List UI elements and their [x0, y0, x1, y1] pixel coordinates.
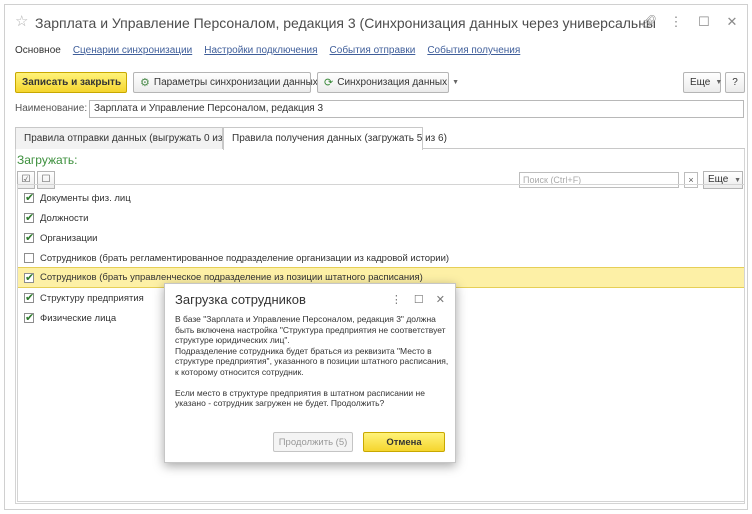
nav-connection-settings[interactable]: Настройки подключения [204, 45, 317, 63]
toolbar: Записать и закрыть ⚙ Параметры синхрониз… [15, 72, 745, 93]
name-input[interactable]: Зарплата и Управление Персоналом, редакц… [89, 100, 744, 118]
cancel-button[interactable]: Отмена [363, 432, 445, 452]
more-vert-icon[interactable]: ⋮ [669, 14, 683, 30]
settings-icon: ⚙ [140, 77, 150, 89]
window-controls: 🔗︎ ⋮ ☐ ✕ [641, 14, 739, 30]
item-checkbox[interactable] [24, 191, 34, 204]
chevron-down-icon: ▼ [452, 79, 459, 86]
sync-data-button[interactable]: ⟳ Синхронизация данных ▼ [317, 72, 459, 93]
nav-send-events[interactable]: События отправки [330, 45, 416, 63]
continue-button[interactable]: Продолжить (5) [273, 432, 353, 452]
list-item[interactable]: Организации [18, 228, 744, 248]
more-vert-icon[interactable]: ⋮ [391, 293, 402, 306]
sync-icon: ⟳ [324, 77, 334, 89]
section-nav: Основное Сценарии синхронизации Настройк… [15, 45, 520, 63]
close-icon[interactable]: ✕ [725, 14, 739, 30]
close-icon[interactable]: ✕ [436, 293, 445, 306]
item-label: Должности [40, 212, 89, 224]
nav-sync-scenarios[interactable]: Сценарии синхронизации [73, 45, 192, 63]
item-label: Сотрудников (брать регламентированное по… [40, 252, 450, 264]
sync-data-label: Синхронизация данных [337, 77, 448, 88]
maximize-icon[interactable]: ☐ [414, 293, 424, 306]
item-label: Организации [40, 232, 98, 244]
load-label: Загружать: [17, 153, 78, 167]
more-label: Еще [690, 77, 711, 88]
sync-params-label: Параметры синхронизации данных [153, 77, 318, 88]
window-title: Зарплата и Управление Персоналом, редакц… [35, 15, 655, 31]
maximize-icon[interactable]: ☐ [697, 14, 711, 30]
link-icon[interactable]: 🔗︎ [641, 14, 658, 30]
dialog-title: Загрузка сотрудников [175, 292, 306, 307]
save-and-close-button[interactable]: Записать и закрыть [15, 72, 127, 93]
item-label: Документы физ. лиц [40, 192, 131, 204]
name-field-row: Наименование: Зарплата и Управление Перс… [15, 100, 745, 118]
nav-receive-events[interactable]: События получения [427, 45, 520, 63]
item-label: Сотрудников (брать управленческое подраз… [40, 272, 423, 283]
item-checkbox[interactable] [24, 271, 34, 284]
tab-receive-rules[interactable]: Правила получения данных (загружать 5 из… [223, 127, 447, 150]
sync-params-button[interactable]: ⚙ Параметры синхронизации данных ▼ [133, 72, 330, 93]
item-checkbox[interactable] [24, 291, 34, 304]
help-button[interactable]: ? [725, 72, 745, 93]
dialog-controls: ⋮ ☐ ✕ [391, 293, 445, 306]
list-item[interactable]: Документы физ. лиц [18, 188, 744, 208]
item-checkbox[interactable] [24, 231, 34, 244]
rules-tabs: Правила отправки данных (выгружать 0 из … [15, 127, 745, 150]
item-checkbox[interactable] [24, 211, 34, 224]
item-checkbox[interactable] [24, 253, 34, 263]
name-label: Наименование: [15, 103, 88, 114]
help-label: ? [732, 77, 738, 88]
title-bar: ☆ Зарплата и Управление Персоналом, реда… [5, 5, 747, 41]
save-and-close-label: Записать и закрыть [22, 77, 122, 88]
chevron-down-icon: ▼ [715, 79, 723, 86]
item-checkbox[interactable] [24, 311, 34, 324]
confirm-dialog: Загрузка сотрудников ⋮ ☐ ✕ В базе "Зарпл… [164, 283, 456, 463]
list-item[interactable]: Должности [18, 208, 744, 228]
chevron-down-icon: ▼ [734, 177, 742, 184]
list-item[interactable]: Сотрудников (брать регламентированное по… [18, 248, 744, 268]
more-button[interactable]: Еще ▼ [683, 72, 723, 93]
favorite-star-icon[interactable]: ☆ [15, 14, 28, 30]
item-label: Структуру предприятия [40, 292, 144, 304]
item-label: Физические лица [40, 312, 117, 324]
tab-send-rules[interactable]: Правила отправки данных (выгружать 0 из … [15, 127, 240, 149]
nav-main[interactable]: Основное [15, 45, 61, 63]
dialog-message: В базе "Зарплата и Управление Персоналом… [175, 314, 449, 408]
